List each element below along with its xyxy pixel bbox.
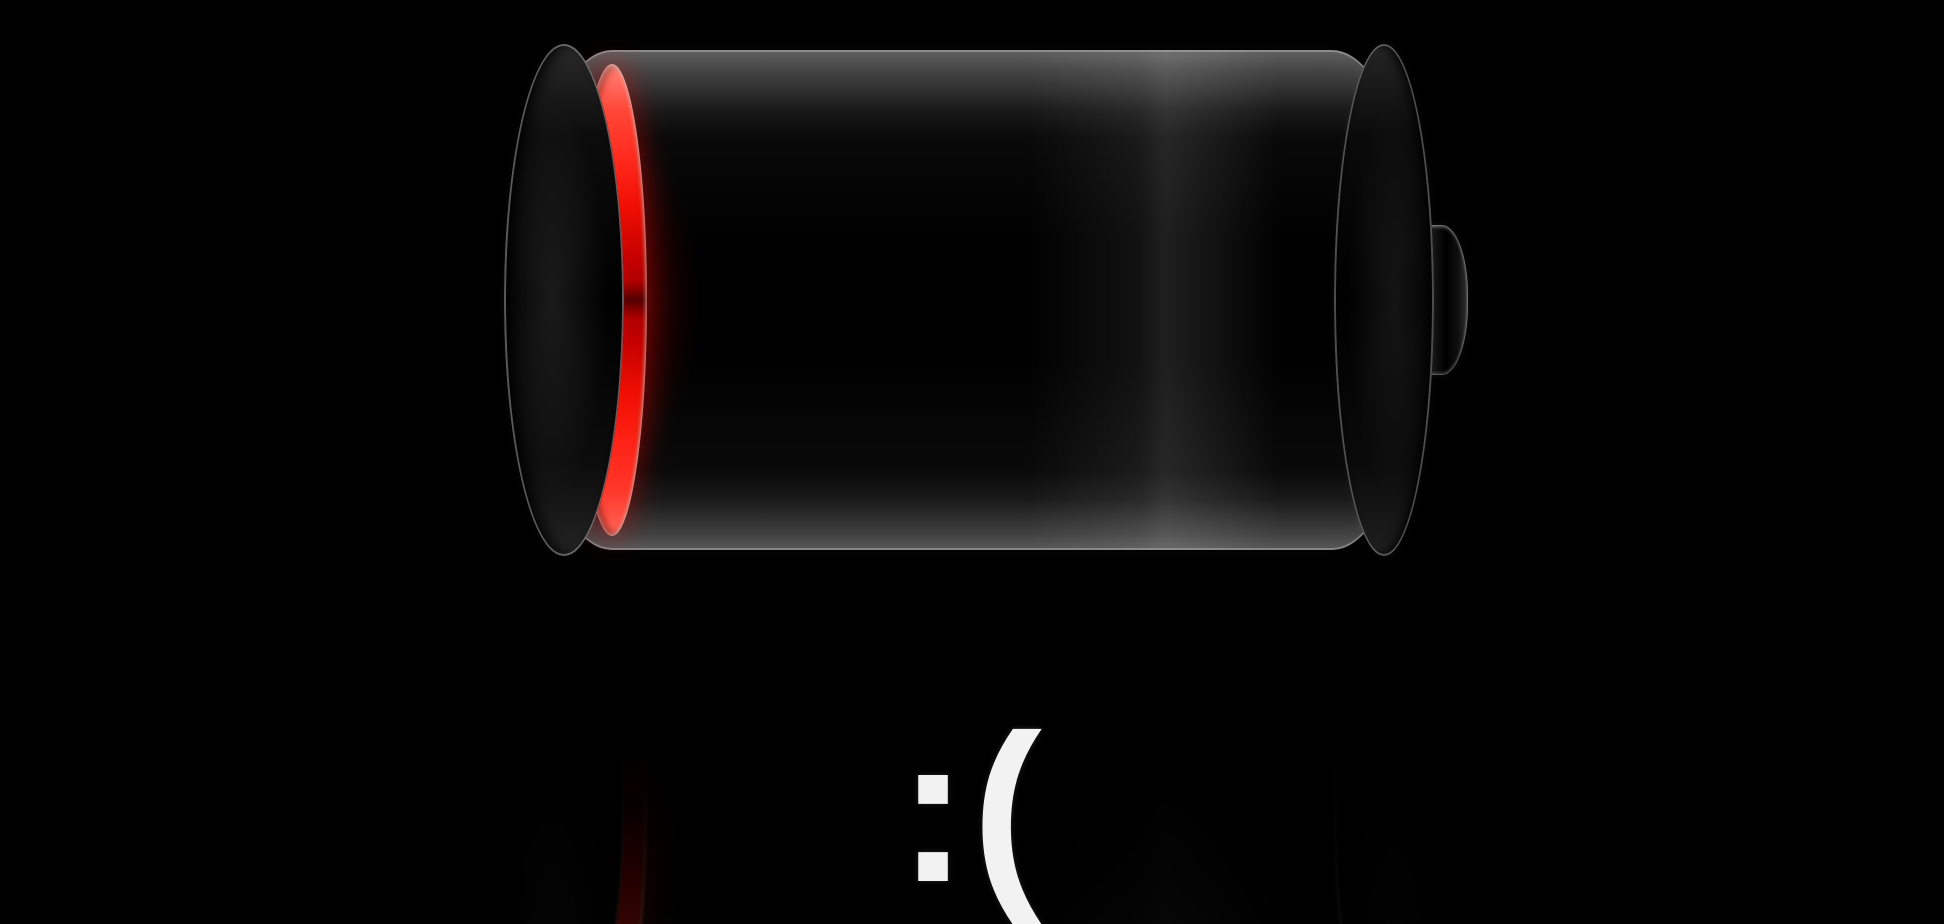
battery-icon <box>522 50 1422 550</box>
battery-body <box>522 50 1422 550</box>
battery-endcap-left <box>504 44 624 556</box>
sad-face-text: :( <box>898 704 1046 914</box>
low-battery-graphic: :( <box>0 0 1944 924</box>
battery-glass-highlight <box>1022 50 1282 550</box>
battery-endcap-right <box>1334 44 1434 556</box>
